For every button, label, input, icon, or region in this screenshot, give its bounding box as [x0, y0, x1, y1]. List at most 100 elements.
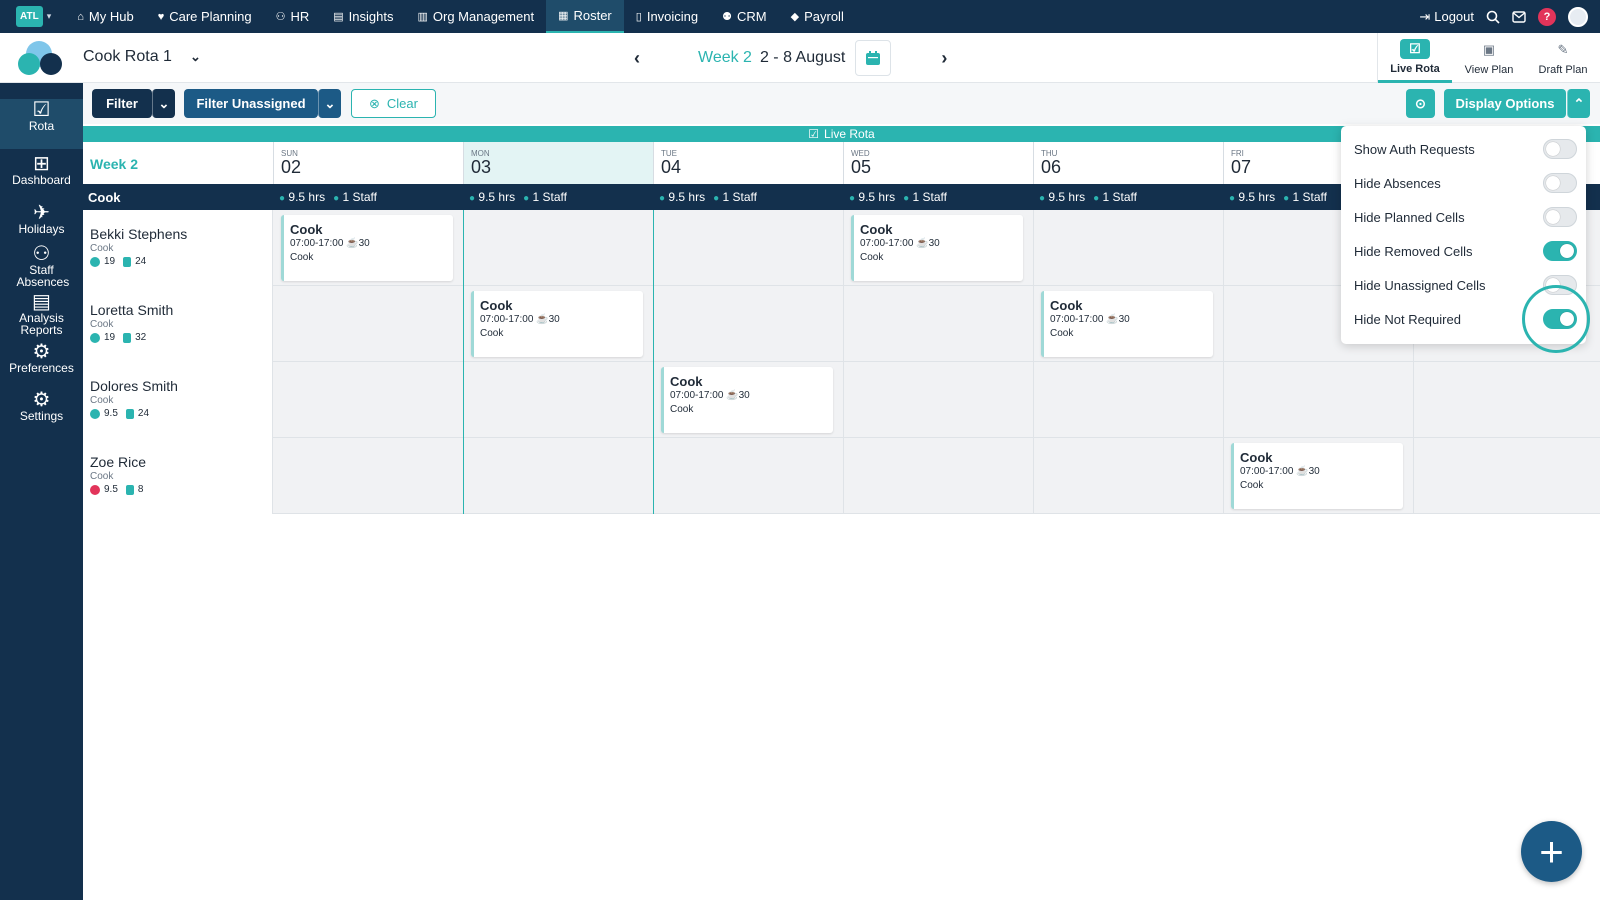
help-button[interactable]: ?	[1538, 7, 1556, 26]
nav-my-hub[interactable]: ⌂ My Hub	[65, 0, 145, 33]
day-summary: ● 9.5 hrs ● 1 Staff	[849, 190, 947, 204]
shift-card[interactable]: Cook 07:00-17:00 ☕30 Cook	[1041, 291, 1213, 357]
summary-hours: 9.5 hrs	[858, 190, 896, 204]
nav-care-planning[interactable]: ♥ Care Planning	[146, 0, 264, 33]
sidebar-item-analysis-reports[interactable]: ▤ Analysis Reports	[0, 292, 83, 337]
tab-draft-plan[interactable]: ✎ Draft Plan	[1526, 33, 1600, 83]
staff-name-cell[interactable]: Loretta Smith Cook 19 32	[83, 286, 273, 362]
shift-break: 30	[1118, 314, 1130, 325]
stat-hours: 9.5	[104, 408, 118, 419]
toggle-show-auth-requests[interactable]	[1543, 139, 1577, 159]
shift-break: 30	[548, 314, 560, 325]
nav-insights[interactable]: ▤ Insights	[321, 0, 405, 33]
toggle-hide-planned-cells[interactable]	[1543, 207, 1577, 227]
shift-card[interactable]: Cook 07:00-17:00 ☕30 Cook	[1231, 443, 1403, 509]
search-icon[interactable]	[1486, 10, 1500, 24]
summary-staff: 1 Staff	[1292, 190, 1327, 204]
user-icon: ●	[1093, 193, 1100, 204]
day-abbr: WED	[851, 149, 870, 158]
sidebar-item-dashboard[interactable]: ⊞ Dashboard	[0, 154, 83, 186]
sidebar-item-holidays[interactable]: ✈ Holidays	[0, 203, 83, 235]
staff-name-cell[interactable]: Zoe Rice Cook 9.5 8	[83, 438, 273, 514]
display-mode-button[interactable]: ⊙	[1406, 89, 1435, 118]
stat-count: 8	[137, 484, 144, 495]
week-navigation: ‹ Week 2 2 - 8 August ›	[634, 39, 961, 77]
nav-invoicing[interactable]: ▯ Invoicing	[624, 0, 710, 33]
clear-button[interactable]: ⊗ Clear	[351, 89, 436, 118]
option-label-hide-planned-cells: Hide Planned Cells	[1354, 210, 1465, 225]
tag-icon: ◆	[790, 11, 800, 23]
next-week-button[interactable]: ›	[941, 48, 961, 69]
toggle-hide-absences[interactable]	[1543, 173, 1577, 193]
day-summary: ● 9.5 hrs ● 1 Staff	[1039, 190, 1137, 204]
chevron-down-icon: ▾	[46, 11, 52, 21]
filter-unassigned-dropdown-button[interactable]: ⌄	[318, 89, 341, 118]
shift-break: 30	[1308, 466, 1320, 477]
org-switcher[interactable]: ATL ▾	[16, 6, 51, 27]
display-options-label: Display Options	[1455, 96, 1555, 111]
filter-dropdown-button[interactable]: ⌄	[152, 89, 175, 118]
shift-time-range: 07:00-17:00	[670, 390, 724, 401]
nav-payroll[interactable]: ◆ Payroll	[779, 0, 856, 33]
display-options-button[interactable]: Display Options	[1444, 89, 1566, 118]
day-header-thu[interactable]: THU 06	[1033, 142, 1223, 184]
user-avatar[interactable]	[1568, 6, 1588, 27]
sidebar-item-label: Analysis Reports	[19, 311, 64, 337]
tab-live-rota[interactable]: ☑ Live Rota	[1378, 33, 1452, 83]
shift-role: Cook	[290, 222, 323, 237]
shift-time-range: 07:00-17:00	[1240, 466, 1294, 477]
shift-sub: Cook	[480, 328, 504, 339]
shift-card[interactable]: Cook 07:00-17:00 ☕30 Cook	[661, 367, 833, 433]
sidebar-item-rota[interactable]: ☑ Rota	[0, 99, 83, 149]
summary-staff: 1 Staff	[342, 190, 377, 204]
rota-selector[interactable]: Cook Rota 1 ⌄	[83, 48, 201, 66]
staff-name-cell[interactable]: Bekki Stephens Cook 19 24	[83, 210, 273, 286]
shift-time: 07:00-17:00 ☕30	[860, 238, 1023, 249]
sidebar-item-staff-absences[interactable]: ⚇ Staff Absences	[0, 244, 83, 289]
nav-crm[interactable]: ⚉ CRM	[710, 0, 778, 33]
mail-icon[interactable]	[1512, 10, 1526, 23]
shift-role: Cook	[670, 374, 703, 389]
tab-view-plan[interactable]: ▣ View Plan	[1452, 33, 1526, 83]
day-abbr: THU	[1041, 149, 1058, 158]
nav-hr[interactable]: ⚇ HR	[264, 0, 322, 33]
filter-unassigned-button[interactable]: Filter Unassigned	[184, 89, 318, 118]
briefcase-icon: ▣	[1482, 42, 1496, 57]
sidebar-item-label: Staff Absences	[16, 263, 70, 289]
day-summary: ● 9.5 hrs ● 1 Staff	[279, 190, 377, 204]
nav-roster[interactable]: ▦ Roster	[546, 0, 624, 33]
day-header-mon[interactable]: MON 03	[463, 142, 653, 184]
left-sidebar: ☑ Rota ⊞ Dashboard ✈ Holidays ⚇ Staff Ab…	[0, 83, 83, 900]
calendar-check-icon: ☑	[32, 99, 51, 121]
staff-stats: 9.5 8	[90, 484, 272, 495]
week-range: 2 - 8 August	[759, 49, 846, 66]
chevron-up-icon: ⌃	[1573, 95, 1585, 111]
shift-card[interactable]: Cook 07:00-17:00 ☕30 Cook	[281, 215, 453, 281]
logout-button[interactable]: ⇥ Logout	[1419, 9, 1474, 25]
user-icon: ●	[523, 193, 530, 204]
sidebar-item-settings[interactable]: ⚙ Settings	[0, 390, 83, 422]
staff-name: Bekki Stephens	[90, 226, 188, 242]
shift-time-range: 07:00-17:00	[860, 238, 914, 249]
calendar-icon: ▦	[558, 10, 569, 22]
calendar-button[interactable]	[855, 40, 892, 76]
day-header-wed[interactable]: WED 05	[843, 142, 1033, 184]
shift-card[interactable]: Cook 07:00-17:00 ☕30 Cook	[851, 215, 1023, 281]
day-header-sun[interactable]: SUN 02	[273, 142, 463, 184]
chart-icon: ▤	[333, 11, 344, 23]
day-header-tue[interactable]: TUE 04	[653, 142, 843, 184]
bag-icon	[125, 484, 134, 495]
live-rota-banner-label: Live Rota	[824, 127, 875, 141]
user-icon: ●	[1283, 193, 1290, 204]
week-label: Week 2	[698, 49, 752, 66]
shift-card[interactable]: Cook 07:00-17:00 ☕30 Cook	[471, 291, 643, 357]
display-options-toggle-button[interactable]: ⌃	[1567, 89, 1590, 118]
toggle-hide-removed-cells[interactable]	[1543, 241, 1577, 261]
staff-name-cell[interactable]: Dolores Smith Cook 9.5 24	[83, 362, 273, 438]
previous-week-button[interactable]: ‹	[634, 48, 654, 69]
stat-hours: 19	[104, 256, 116, 267]
filter-button[interactable]: Filter	[92, 89, 152, 118]
nav-org-management[interactable]: ▥ Org Management	[405, 0, 546, 33]
add-shift-button[interactable]: +	[1521, 821, 1582, 882]
sidebar-item-preferences[interactable]: ⚙ Preferences	[0, 342, 83, 374]
